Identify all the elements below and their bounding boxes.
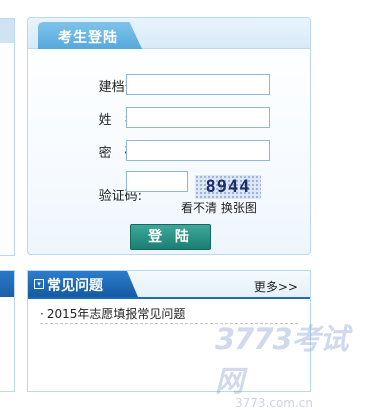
watermark-url: 3773.com.cn — [235, 396, 313, 410]
faq-header: ▾ 常见问题 更多>> — [28, 271, 310, 299]
captcha-input[interactable] — [126, 171, 188, 192]
left-panel-partial-bottom — [0, 270, 15, 392]
faq-title: 常见问题 — [47, 278, 103, 294]
password-input[interactable] — [126, 140, 270, 161]
name-input[interactable] — [126, 107, 270, 128]
faq-item[interactable]: · 2015年志愿填报常见问题 — [40, 305, 185, 322]
faq-tab: ▾ 常见问题 — [28, 271, 138, 297]
login-header: 考生登陆 — [28, 18, 310, 49]
archive-number-input[interactable] — [126, 74, 270, 95]
bullet-icon: · — [40, 307, 44, 321]
left-panel-partial — [0, 18, 15, 256]
divider — [40, 323, 298, 324]
captcha-image[interactable]: 8944 — [195, 175, 261, 199]
chevron-down-icon: ▾ — [34, 279, 44, 289]
login-panel: 考生登陆 建档号: 姓 名: 密 码: 验证码: — [27, 17, 311, 255]
login-tab: 考生登陆 — [38, 22, 142, 49]
more-link[interactable]: 更多>> — [254, 278, 298, 295]
faq-panel: ▾ 常见问题 更多>> · 2015年志愿填报常见问题 — [27, 270, 311, 392]
login-button[interactable]: 登 陆 — [130, 224, 211, 250]
login-title: 考生登陆 — [58, 30, 118, 46]
faq-item-text: 2015年志愿填报常见问题 — [46, 307, 186, 321]
refresh-captcha-link[interactable]: 看不清 换张图 — [181, 199, 257, 216]
